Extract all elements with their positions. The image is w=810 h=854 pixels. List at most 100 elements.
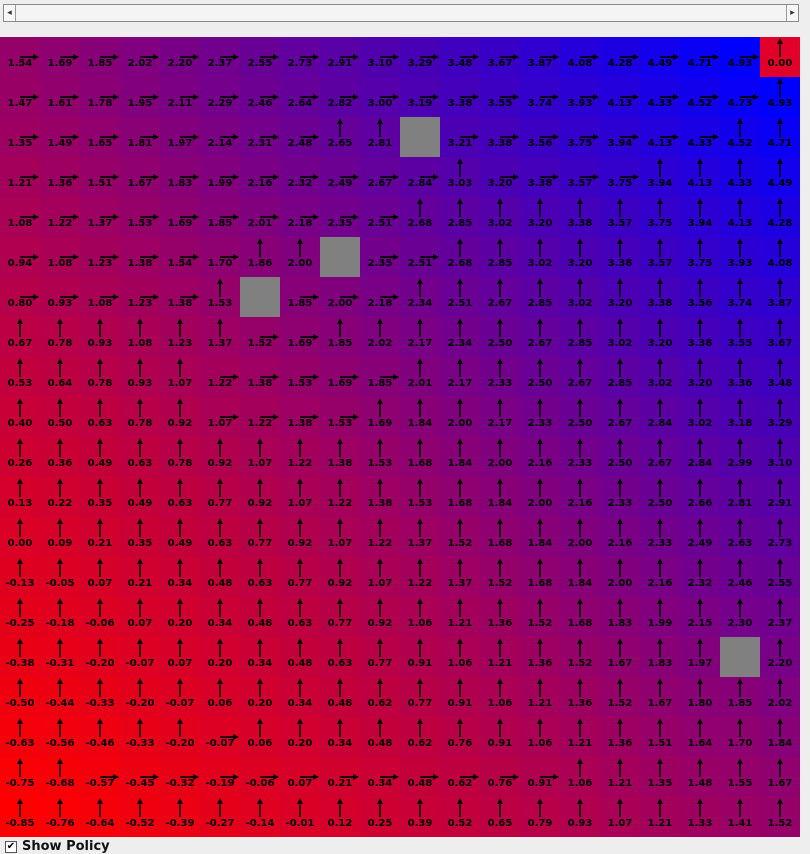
grid-cell[interactable]: 0.79 [520,797,560,837]
grid-cell[interactable]: 0.92 [160,397,200,437]
grid-cell[interactable]: 1.54 [160,237,200,277]
grid-cell[interactable]: 4.71 [680,37,720,77]
grid-cell[interactable]: -0.20 [120,677,160,717]
grid-cell[interactable]: 3.55 [480,77,520,117]
grid-cell[interactable]: 1.52 [440,517,480,557]
grid-cell[interactable]: 1.83 [160,157,200,197]
grid-cell[interactable]: 1.48 [680,757,720,797]
grid-cell[interactable]: 1.95 [120,77,160,117]
grid-cell[interactable]: 2.67 [520,317,560,357]
grid-cell[interactable]: 0.76 [480,757,520,797]
grid-cell[interactable]: 3.57 [560,157,600,197]
grid-cell[interactable]: 3.74 [720,277,760,317]
grid-cell[interactable]: 3.20 [520,197,560,237]
grid-cell[interactable]: -0.07 [160,677,200,717]
horizontal-scrollbar[interactable]: ◂ ▸ [3,4,799,22]
grid-cell[interactable]: 0.63 [200,517,240,557]
grid-cell[interactable]: 2.55 [760,557,800,597]
grid-cell[interactable]: 3.10 [760,437,800,477]
grid-cell[interactable]: 2.17 [440,357,480,397]
grid-cell[interactable]: 0.91 [440,677,480,717]
grid-cell[interactable]: -0.06 [240,757,280,797]
grid-cell[interactable]: 2.00 [280,237,320,277]
grid-cell[interactable]: 0.77 [240,517,280,557]
grid-cell[interactable]: 1.69 [40,37,80,77]
grid-cell[interactable]: 0.20 [200,637,240,677]
grid-cell[interactable]: 1.68 [560,597,600,637]
grid-cell[interactable]: 1.36 [560,677,600,717]
grid-cell[interactable]: 2.11 [160,77,200,117]
grid-cell[interactable]: 2.55 [240,37,280,77]
grid-cell[interactable]: 2.50 [520,357,560,397]
grid-cell[interactable]: 3.75 [680,237,720,277]
grid-cell[interactable]: -0.56 [40,717,80,757]
grid-cell[interactable]: 4.13 [720,197,760,237]
grid-cell[interactable]: 0.92 [240,477,280,517]
grid-cell[interactable]: 2.29 [200,77,240,117]
grid-cell[interactable]: 0.65 [480,797,520,837]
grid-cell[interactable]: 1.78 [80,77,120,117]
grid-cell[interactable]: 1.52 [600,677,640,717]
grid-cell[interactable]: 4.13 [640,117,680,157]
grid-cell[interactable]: 0.78 [120,397,160,437]
grid-cell[interactable]: 2.50 [480,317,520,357]
grid-cell[interactable]: 3.19 [400,77,440,117]
grid-cell[interactable]: 1.52 [240,317,280,357]
grid-cell[interactable]: 0.63 [280,597,320,637]
grid-cell[interactable]: 1.84 [520,517,560,557]
grid-cell[interactable]: 0.06 [200,677,240,717]
grid-cell[interactable]: 1.85 [280,277,320,317]
grid-cell[interactable]: 0.62 [440,757,480,797]
grid-cell[interactable]: -0.01 [280,797,320,837]
grid-cell[interactable]: 1.38 [280,397,320,437]
grid-cell[interactable]: -0.75 [0,757,40,797]
grid-cell[interactable]: 2.16 [560,477,600,517]
grid-cell[interactable]: 1.08 [120,317,160,357]
grid-cell[interactable]: 3.10 [360,37,400,77]
grid-cell[interactable]: 1.23 [120,277,160,317]
grid-cell[interactable]: 1.84 [480,477,520,517]
grid-cell[interactable]: 3.02 [480,197,520,237]
grid-cell[interactable]: 2.99 [720,437,760,477]
grid-cell[interactable]: 0.92 [280,517,320,557]
grid-cell[interactable]: 3.38 [640,277,680,317]
grid-cell[interactable]: 0.13 [0,477,40,517]
grid-cell[interactable]: 0.49 [120,477,160,517]
grid-cell[interactable]: 2.00 [480,437,520,477]
grid-cell[interactable]: 1.35 [0,117,40,157]
grid-cell[interactable]: 0.39 [400,797,440,837]
grid-cell[interactable]: 1.68 [480,517,520,557]
grid-cell[interactable]: -0.50 [0,677,40,717]
grid-cell[interactable]: 1.07 [320,517,360,557]
grid-cell[interactable]: 4.33 [680,117,720,157]
grid-cell[interactable]: 3.02 [520,237,560,277]
grid-cell[interactable]: 3.00 [360,77,400,117]
grid-cell[interactable]: 1.37 [400,517,440,557]
grid-cell[interactable]: 2.46 [240,77,280,117]
grid-cell[interactable]: 0.77 [280,557,320,597]
grid-cell[interactable]: 1.81 [120,117,160,157]
grid-cell[interactable]: 2.16 [520,437,560,477]
grid-cell[interactable]: 0.21 [320,757,360,797]
grid-cell[interactable]: 2.35 [360,237,400,277]
grid-cell[interactable]: 0.20 [280,717,320,757]
grid-cell[interactable]: 2.68 [440,237,480,277]
grid-cell[interactable]: 2.82 [320,77,360,117]
grid-cell[interactable]: -0.07 [200,717,240,757]
grid-cell[interactable]: 3.03 [440,157,480,197]
grid-cell[interactable]: 3.21 [440,117,480,157]
grid-cell[interactable]: 2.49 [320,157,360,197]
grid-cell[interactable]: 4.28 [760,197,800,237]
grid-cell[interactable]: 4.13 [680,157,720,197]
grid-cell[interactable]: 0.48 [280,637,320,677]
grid-cell[interactable]: 3.94 [680,197,720,237]
grid-cell[interactable]: 1.68 [440,477,480,517]
grid-cell[interactable]: -0.45 [120,757,160,797]
grid-cell[interactable]: 1.22 [40,197,80,237]
grid-cell[interactable]: 1.21 [0,157,40,197]
grid-cell[interactable]: 3.20 [640,317,680,357]
grid-cell[interactable]: 2.34 [440,317,480,357]
grid-cell[interactable]: -0.07 [120,637,160,677]
grid-cell[interactable]: 2.64 [280,77,320,117]
show-policy-label[interactable]: Show Policy [22,839,110,854]
